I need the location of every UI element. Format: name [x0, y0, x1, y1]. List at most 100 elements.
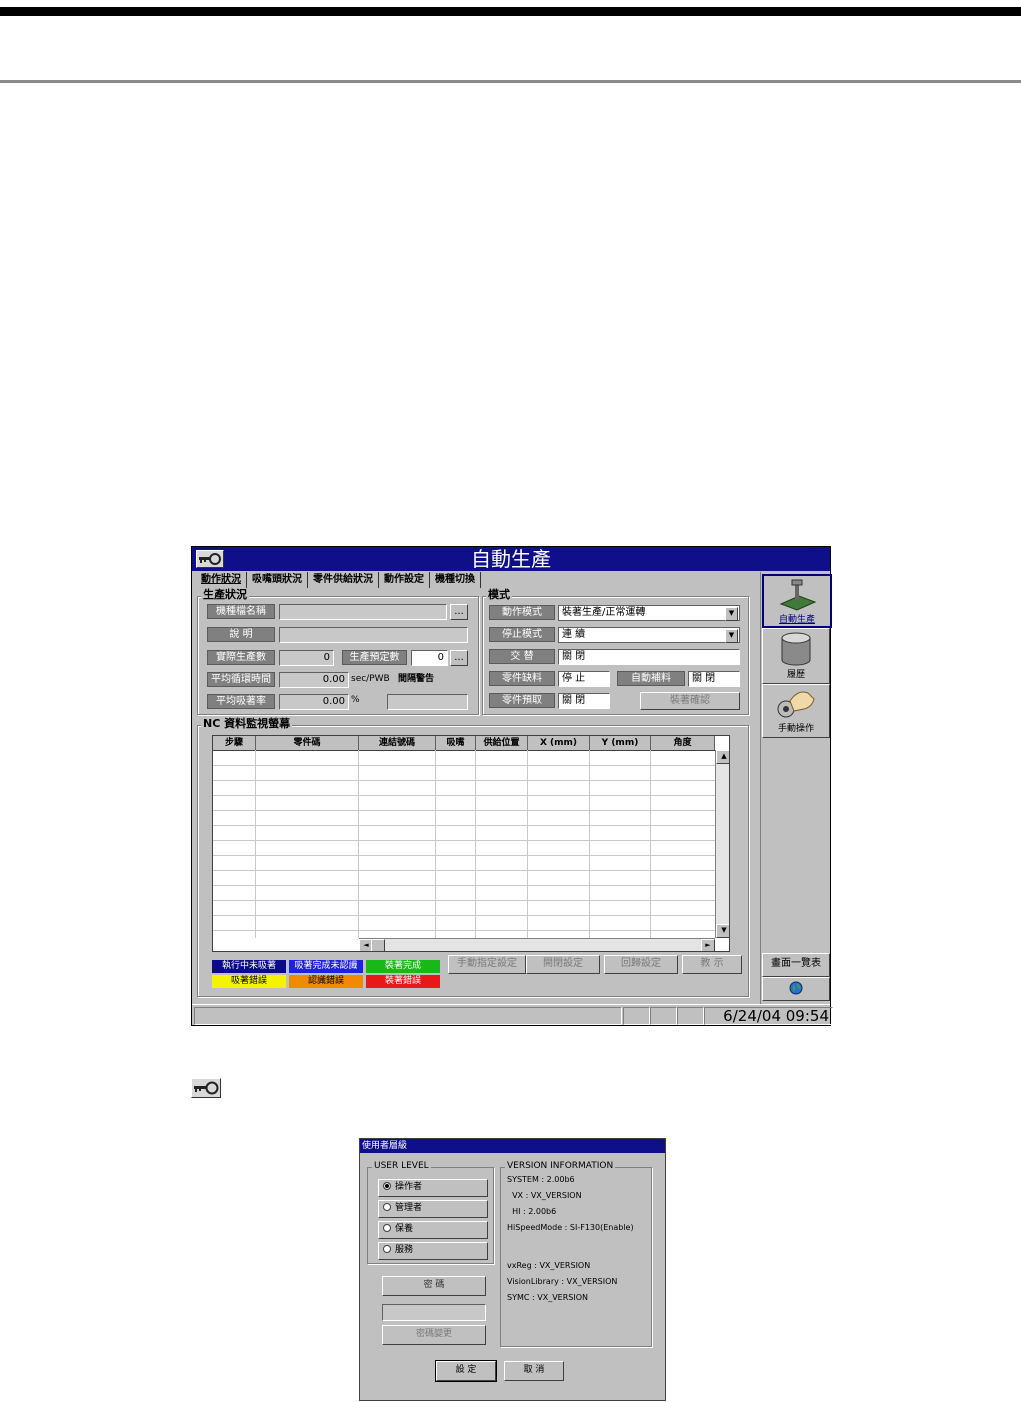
nc-monitor-label: NC 資料監視螢幕 — [201, 717, 293, 730]
table-row[interactable] — [213, 915, 715, 931]
table-row[interactable] — [213, 870, 715, 886]
radio-icon — [383, 1224, 391, 1232]
status-pane-3 — [677, 1007, 704, 1025]
pickup-rate-unit: % — [351, 695, 360, 705]
change-password-button[interactable]: 密碼變更 — [382, 1325, 486, 1345]
tab-bar: 動作狀況 吸嘴頭狀況 零件供給狀況 動作設定 機種切換 — [196, 572, 481, 588]
table-row[interactable] — [213, 765, 715, 781]
column-divider — [650, 750, 651, 938]
open-close-settings-button[interactable]: 開閉設定 — [526, 955, 600, 974]
interval-warning-field — [387, 694, 468, 710]
operation-mode-dropdown[interactable]: 裝著生產/正常運轉 ▼ — [558, 605, 740, 621]
chevron-down-icon[interactable]: ▼ — [725, 629, 738, 643]
col-nozzle[interactable]: 吸嘴 — [436, 736, 476, 750]
cycle-time-unit: sec/PWB — [351, 674, 390, 684]
radio-label: 管理者 — [395, 1203, 423, 1213]
window-title: 自動生產 — [471, 547, 551, 571]
legend-mount-complete: 裝著完成 — [366, 960, 440, 973]
auto-refill-field[interactable]: 關 閉 — [688, 671, 740, 687]
planned-count-field[interactable]: 0 — [411, 650, 448, 666]
radio-level-maintenance[interactable]: 保養 — [378, 1221, 488, 1239]
manual-operation-button[interactable]: 手動操作 — [762, 684, 830, 738]
chevron-down-icon[interactable]: ▼ — [725, 607, 738, 621]
col-y-mm[interactable]: Y (mm) — [590, 736, 651, 750]
manual-assign-button[interactable]: 手動指定設定 — [448, 955, 526, 974]
radio-level-manager[interactable]: 管理者 — [378, 1200, 488, 1218]
history-button[interactable]: 履歷 — [762, 628, 830, 684]
stop-mode-dropdown[interactable]: 連 續 ▼ — [558, 627, 740, 643]
page-header-rule — [0, 80, 1021, 83]
table-row[interactable] — [213, 855, 715, 871]
teach-button[interactable]: 教 示 — [682, 955, 742, 974]
table-row[interactable] — [213, 900, 715, 916]
table-row[interactable] — [213, 840, 715, 856]
scroll-right-arrow-icon[interactable]: ► — [701, 939, 715, 951]
col-angle[interactable]: 角度 — [651, 736, 715, 750]
description-label: 說 明 — [207, 627, 275, 642]
title-bar: 自動生產 — [192, 547, 830, 571]
stop-mode-label: 停止模式 — [489, 627, 555, 642]
planned-count-browse-button[interactable]: ... — [450, 650, 468, 666]
legend-picked-not-recognized: 吸著完成未認識 — [289, 960, 363, 973]
model-file-name-label: 機種檔名稱 — [207, 604, 275, 619]
status-bar: 6/24/04 09:54 — [192, 1004, 833, 1025]
column-divider — [475, 750, 476, 938]
screen-list-button[interactable]: 畫面一覽表 — [762, 953, 830, 977]
col-link-number[interactable]: 連結號碼 — [359, 736, 436, 750]
stop-mode-value: 連 續 — [562, 629, 586, 640]
production-status-label: 生產狀況 — [201, 588, 249, 601]
auto-production-icon — [779, 579, 817, 611]
status-pane-main — [194, 1007, 622, 1025]
radio-level-service[interactable]: 服務 — [378, 1242, 488, 1260]
table-row[interactable] — [213, 885, 715, 901]
dialog-title: 使用者層級 — [360, 1139, 665, 1153]
col-x-mm[interactable]: X (mm) — [528, 736, 590, 750]
auto-production-button[interactable]: 自動生產 — [762, 574, 832, 628]
table-row[interactable] — [213, 795, 715, 811]
part-shortage-field[interactable]: 停 止 — [558, 671, 610, 687]
version-line: VX : VX_VERSION — [507, 1191, 582, 1200]
model-file-name-field[interactable] — [279, 604, 447, 620]
tab-operation-status[interactable]: 動作狀況 — [196, 572, 247, 588]
description-field[interactable] — [279, 627, 468, 643]
model-file-browse-button[interactable]: ... — [450, 604, 468, 620]
table-row[interactable] — [213, 810, 715, 826]
tab-model-switch[interactable]: 機種切換 — [430, 572, 481, 588]
mount-confirm-button[interactable]: 裝著確認 — [640, 692, 740, 710]
ok-button[interactable]: 設 定 — [435, 1360, 497, 1382]
version-line: vxReg : VX_VERSION — [507, 1261, 591, 1270]
table-row[interactable] — [213, 825, 715, 841]
tab-feeder-status[interactable]: 零件供給狀況 — [308, 572, 379, 588]
nc-data-table[interactable]: 步驟 零件碼 連結號碼 吸嘴 供給位置 X (mm) Y (mm) 角度 ▲ ▼… — [212, 735, 730, 952]
table-row[interactable] — [213, 780, 715, 796]
column-divider — [527, 750, 528, 938]
return-settings-button[interactable]: 回歸設定 — [604, 955, 678, 974]
col-feed-position[interactable]: 供給位置 — [476, 736, 528, 750]
side-panel: 自動生產 履歷 手動操作 畫面一覽表 — [760, 572, 832, 1004]
scroll-up-arrow-icon[interactable]: ▲ — [716, 750, 729, 764]
scroll-down-arrow-icon[interactable]: ▼ — [716, 924, 729, 938]
version-line: VisionLibrary : VX_VERSION — [507, 1277, 618, 1286]
column-divider — [435, 750, 436, 938]
vertical-scrollbar[interactable]: ▲ ▼ — [715, 750, 729, 938]
radio-icon — [383, 1245, 391, 1253]
radio-icon — [383, 1203, 391, 1211]
col-step[interactable]: 步驟 — [213, 736, 256, 750]
radio-level-operator[interactable]: 操作者 — [378, 1179, 488, 1197]
horizontal-scrollbar[interactable]: ◄ ► — [359, 938, 715, 951]
col-part-code[interactable]: 零件碼 — [256, 736, 359, 750]
language-button[interactable] — [762, 977, 830, 1001]
password-field[interactable] — [382, 1304, 486, 1321]
cancel-button[interactable]: 取 消 — [504, 1361, 564, 1381]
scroll-thumb[interactable] — [371, 939, 385, 951]
part-prefetch-field[interactable]: 關 閉 — [558, 693, 610, 709]
version-line: HI : 2.00b6 — [507, 1207, 557, 1216]
tab-operation-settings[interactable]: 動作設定 — [379, 572, 430, 588]
avg-cycle-time-label: 平均循環時間 — [207, 672, 275, 687]
tab-nozzle-status[interactable]: 吸嘴頭狀況 — [247, 572, 308, 588]
table-row[interactable] — [213, 750, 715, 766]
version-line: SYMC : VX_VERSION — [507, 1293, 588, 1302]
actual-count-label: 實際生產數 — [207, 650, 275, 665]
alternate-field[interactable]: 關 閉 — [558, 649, 740, 665]
version-info-label: VERSION INFORMATION — [505, 1161, 616, 1171]
